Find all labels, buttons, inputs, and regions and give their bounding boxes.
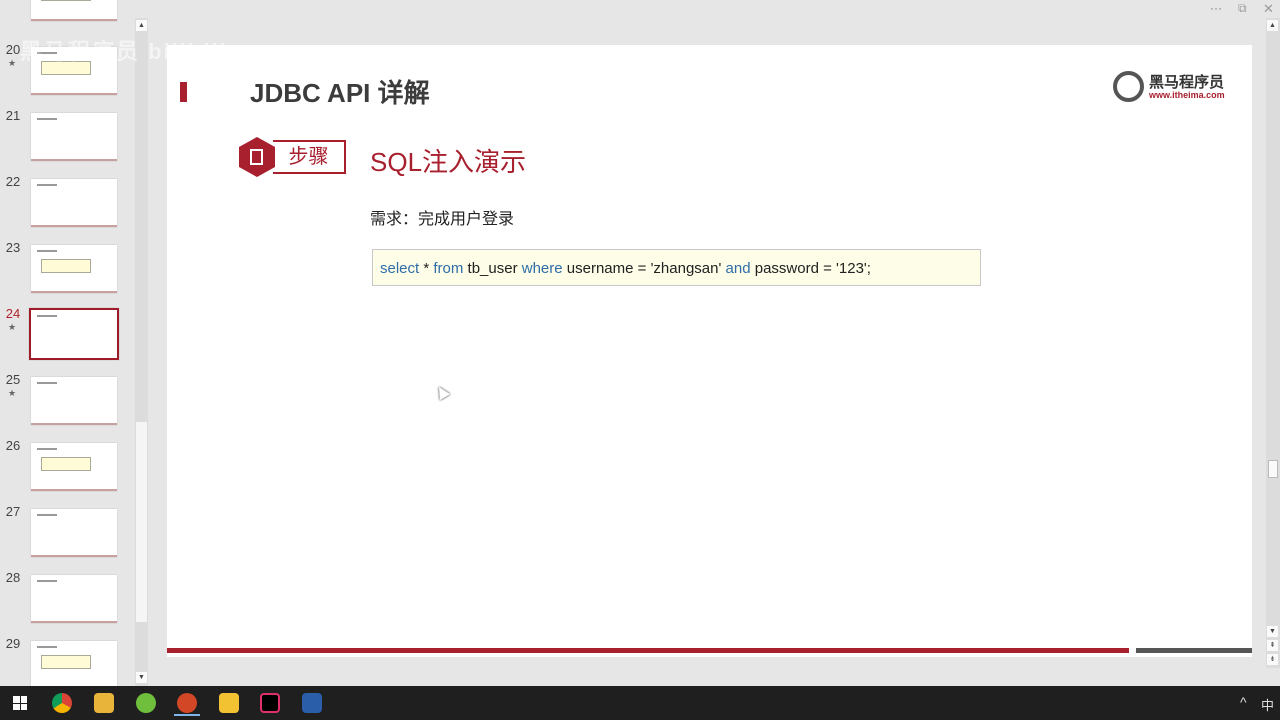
sql-keyword: select — [380, 260, 420, 277]
scrollbar-thumb[interactable] — [1268, 460, 1278, 478]
slide-thumbnail-29[interactable]: 29 — [0, 636, 135, 686]
next-slide-button[interactable]: ⇟ — [1267, 654, 1278, 665]
step-hexagon-icon — [239, 137, 275, 177]
thumbnail-image — [31, 575, 117, 623]
slide-number: 27 — [5, 504, 21, 519]
scroll-up-button[interactable]: ▲ — [136, 20, 147, 31]
windows-start-icon[interactable] — [13, 696, 27, 710]
powerpoint-icon[interactable] — [177, 693, 197, 713]
slide-thumbnail-26[interactable]: 26 — [0, 438, 135, 498]
slide-number: 22 — [5, 174, 21, 189]
help-app-icon[interactable] — [219, 693, 239, 713]
slide-number: 23 — [5, 240, 21, 255]
sql-text: * — [419, 260, 434, 277]
slide-title: JDBC API 详解 — [250, 78, 430, 108]
slide-number: 21 — [5, 108, 21, 123]
slide-canvas[interactable]: JDBC API 详解 黑马程序员 www.itheima.com 步骤 SQL… — [167, 45, 1252, 657]
slide-thumbnail-23[interactable]: 23 — [0, 240, 135, 300]
file-explorer-icon[interactable] — [94, 693, 114, 713]
scroll-down-button[interactable]: ▼ — [1267, 626, 1278, 637]
slide-thumbnail-21[interactable]: 21 — [0, 108, 135, 168]
powershell-icon[interactable] — [302, 693, 322, 713]
section-heading: SQL注入演示 — [370, 147, 527, 177]
slide-number: 24 — [5, 306, 21, 321]
footer-red-bar — [167, 648, 1129, 653]
slide-thumbnail-panel: 20 ★ 21 22 23 24 ★ 25 ★ 26 27 28 29 — [0, 0, 135, 686]
scroll-down-button[interactable]: ▼ — [136, 672, 147, 683]
slide-thumbnail-19[interactable] — [0, 0, 135, 33]
thumbnail-image — [31, 641, 117, 686]
scrollbar-thumb[interactable] — [136, 422, 147, 622]
more-options-button[interactable]: ··· — [1210, 1, 1222, 15]
sql-keyword: from — [433, 260, 464, 277]
thumbnail-image — [31, 377, 117, 425]
scroll-up-button[interactable]: ▲ — [1267, 20, 1278, 31]
chrome-icon[interactable] — [52, 693, 72, 713]
wechat-icon[interactable] — [136, 693, 156, 713]
logo-url: www.itheima.com — [1149, 90, 1225, 100]
slide-thumbnail-28[interactable]: 28 — [0, 570, 135, 630]
sql-code-box: select * from tb_user where username = '… — [372, 249, 981, 286]
thumbnail-image — [31, 245, 117, 293]
thumbnail-image — [31, 0, 117, 21]
close-button[interactable]: ✕ — [1263, 1, 1274, 17]
restore-button[interactable]: ⧉ — [1238, 1, 1247, 16]
horse-icon — [1113, 71, 1144, 102]
taskbar: ^ 中 — [0, 686, 1280, 720]
slide-thumbnail-24[interactable]: 24 ★ — [0, 306, 135, 366]
slide-number: 26 — [5, 438, 21, 453]
slide-number: 25 — [5, 372, 21, 387]
thumbnail-image — [29, 308, 119, 360]
sql-text: password = '123'; — [750, 260, 871, 277]
sql-keyword: where — [521, 260, 563, 277]
sql-text: username = 'zhangsan' — [562, 260, 726, 277]
document-icon — [250, 149, 263, 165]
title-accent-bar — [180, 82, 187, 102]
tray-chevron-icon[interactable]: ^ — [1240, 694, 1247, 710]
animation-star-icon: ★ — [8, 322, 17, 332]
ime-indicator[interactable]: 中 — [1261, 695, 1274, 714]
thumbnail-scrollbar[interactable]: ▲ ▼ — [135, 18, 148, 686]
slide-scrollbar[interactable]: ▲ ▼ ⇞ ⇟ — [1266, 18, 1280, 668]
active-app-indicator — [174, 714, 200, 716]
requirement-text: 需求：完成用户登录 — [370, 211, 515, 228]
slide-thumbnail-25[interactable]: 25 ★ — [0, 372, 135, 432]
thumbnail-image — [31, 113, 117, 161]
intellij-idea-icon[interactable] — [260, 693, 280, 713]
slide-number: 29 — [5, 636, 21, 651]
logo-name: 黑马程序员 — [1149, 74, 1225, 91]
thumbnail-image — [31, 179, 117, 227]
sql-keyword: and — [725, 260, 751, 277]
sql-text: tb_user — [463, 260, 522, 277]
slide-number: 28 — [5, 570, 21, 585]
step-badge: 步骤 — [273, 140, 346, 174]
animation-star-icon: ★ — [8, 388, 17, 398]
slide-thumbnail-27[interactable]: 27 — [0, 504, 135, 564]
previous-slide-button[interactable]: ⇞ — [1267, 640, 1278, 651]
thumbnail-image — [31, 509, 117, 557]
animation-star-icon: ★ — [8, 58, 17, 68]
itheima-logo: 黑马程序员 www.itheima.com — [1113, 71, 1225, 103]
slide-thumbnail-22[interactable]: 22 — [0, 174, 135, 234]
footer-gray-bar — [1136, 648, 1252, 653]
thumbnail-image — [31, 443, 117, 491]
